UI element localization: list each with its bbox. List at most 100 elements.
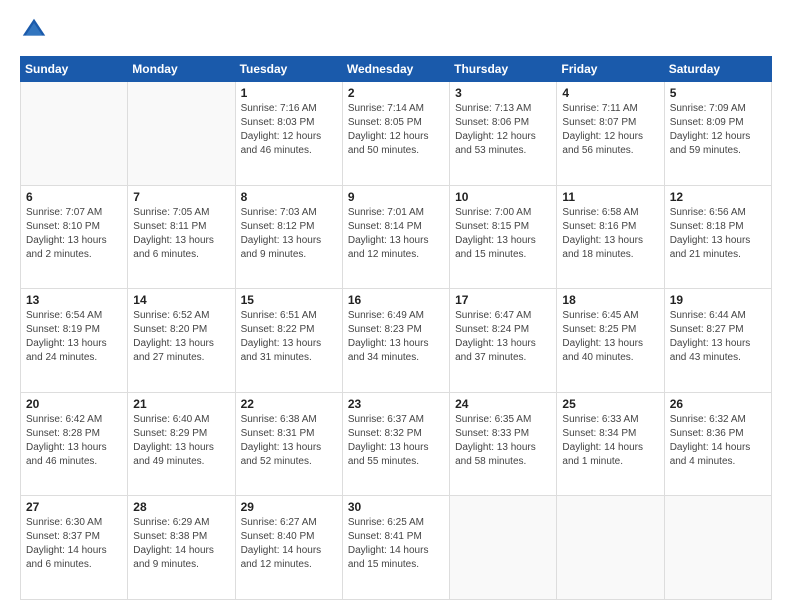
calendar-cell: 17 Sunrise: 6:47 AM Sunset: 8:24 PM Dayli… (450, 289, 557, 393)
day-number: 21 (133, 397, 229, 411)
day-number: 23 (348, 397, 444, 411)
calendar-cell: 13Sunrise: 6:54 AM Sunset: 8:19 PM Dayli… (21, 289, 128, 393)
calendar-cell: 9Sunrise: 7:01 AM Sunset: 8:14 PM Daylig… (342, 185, 449, 289)
calendar-cell: 19 Sunrise: 6:44 AM Sunset: 8:27 PM Dayli… (664, 289, 771, 393)
calendar-cell (664, 496, 771, 600)
calendar-cell: 23 Sunrise: 6:37 AM Sunset: 8:32 PM Dayli… (342, 392, 449, 496)
day-number: 26 (670, 397, 766, 411)
day-info: Sunrise: 7:09 AM Sunset: 8:09 PM Dayligh… (670, 102, 766, 158)
day-info: Sunrise: 7:03 AM Sunset: 8:12 PM Dayligh… (241, 206, 337, 262)
day-number: 12 (670, 190, 766, 204)
day-info: Sunrise: 6:29 AM Sunset: 8:38 PM Dayligh… (133, 516, 229, 572)
day-number: 6 (26, 190, 122, 204)
day-info: Sunrise: 6:32 AM Sunset: 8:36 PM Dayligh… (670, 413, 766, 469)
calendar-cell: 18 Sunrise: 6:45 AM Sunset: 8:25 PM Dayli… (557, 289, 664, 393)
day-number: 24 (455, 397, 551, 411)
day-info: Sunrise: 7:05 AM Sunset: 8:11 PM Dayligh… (133, 206, 229, 262)
day-info: Sunrise: 6:30 AM Sunset: 8:37 PM Dayligh… (26, 516, 122, 572)
day-number: 18 (562, 293, 658, 307)
calendar-cell: 15 Sunrise: 6:51 AM Sunset: 8:22 PM Dayli… (235, 289, 342, 393)
calendar-cell: 12 Sunrise: 6:56 AM Sunset: 8:18 PM Dayli… (664, 185, 771, 289)
day-number: 29 (241, 500, 337, 514)
calendar-cell: 10Sunrise: 7:00 AM Sunset: 8:15 PM Dayli… (450, 185, 557, 289)
day-info: Sunrise: 7:01 AM Sunset: 8:14 PM Dayligh… (348, 206, 444, 262)
day-info: Sunrise: 6:56 AM Sunset: 8:18 PM Dayligh… (670, 206, 766, 262)
day-number: 30 (348, 500, 444, 514)
calendar-table: SundayMondayTuesdayWednesdayThursdayFrid… (20, 56, 772, 600)
day-info: Sunrise: 6:40 AM Sunset: 8:29 PM Dayligh… (133, 413, 229, 469)
weekday-header: Thursday (450, 57, 557, 82)
calendar-cell: 21 Sunrise: 6:40 AM Sunset: 8:29 PM Dayli… (128, 392, 235, 496)
calendar-cell: 7 Sunrise: 7:05 AM Sunset: 8:11 PM Daylig… (128, 185, 235, 289)
calendar-cell: 26 Sunrise: 6:32 AM Sunset: 8:36 PM Dayli… (664, 392, 771, 496)
calendar-cell: 29 Sunrise: 6:27 AM Sunset: 8:40 PM Dayli… (235, 496, 342, 600)
day-info: Sunrise: 6:33 AM Sunset: 8:34 PM Dayligh… (562, 413, 658, 469)
calendar-cell: 30 Sunrise: 6:25 AM Sunset: 8:41 PM Dayli… (342, 496, 449, 600)
day-number: 3 (455, 86, 551, 100)
day-info: Sunrise: 7:11 AM Sunset: 8:07 PM Dayligh… (562, 102, 658, 158)
day-info: Sunrise: 7:07 AM Sunset: 8:10 PM Dayligh… (26, 206, 122, 262)
logo (20, 16, 52, 44)
day-info: Sunrise: 7:13 AM Sunset: 8:06 PM Dayligh… (455, 102, 551, 158)
day-info: Sunrise: 6:25 AM Sunset: 8:41 PM Dayligh… (348, 516, 444, 572)
calendar-week-row: 27 Sunrise: 6:30 AM Sunset: 8:37 PM Dayli… (21, 496, 772, 600)
day-number: 25 (562, 397, 658, 411)
day-info: Sunrise: 6:54 AM Sunset: 8:19 PM Dayligh… (26, 309, 122, 365)
day-number: 19 (670, 293, 766, 307)
calendar-cell (21, 82, 128, 186)
weekday-header-row: SundayMondayTuesdayWednesdayThursdayFrid… (21, 57, 772, 82)
day-info: Sunrise: 6:45 AM Sunset: 8:25 PM Dayligh… (562, 309, 658, 365)
day-info: Sunrise: 6:38 AM Sunset: 8:31 PM Dayligh… (241, 413, 337, 469)
day-number: 8 (241, 190, 337, 204)
calendar-body: 1 Sunrise: 7:16 AM Sunset: 8:03 PM Daylig… (21, 82, 772, 600)
calendar-cell: 22 Sunrise: 6:38 AM Sunset: 8:31 PM Dayli… (235, 392, 342, 496)
day-number: 22 (241, 397, 337, 411)
day-info: Sunrise: 6:49 AM Sunset: 8:23 PM Dayligh… (348, 309, 444, 365)
calendar-cell (557, 496, 664, 600)
calendar-week-row: 1 Sunrise: 7:16 AM Sunset: 8:03 PM Daylig… (21, 82, 772, 186)
header (20, 16, 772, 44)
day-info: Sunrise: 7:16 AM Sunset: 8:03 PM Dayligh… (241, 102, 337, 158)
day-number: 5 (670, 86, 766, 100)
day-number: 14 (133, 293, 229, 307)
calendar-week-row: 13Sunrise: 6:54 AM Sunset: 8:19 PM Dayli… (21, 289, 772, 393)
weekday-header: Sunday (21, 57, 128, 82)
day-info: Sunrise: 6:51 AM Sunset: 8:22 PM Dayligh… (241, 309, 337, 365)
day-number: 17 (455, 293, 551, 307)
day-info: Sunrise: 6:37 AM Sunset: 8:32 PM Dayligh… (348, 413, 444, 469)
page: SundayMondayTuesdayWednesdayThursdayFrid… (0, 0, 792, 612)
day-info: Sunrise: 6:52 AM Sunset: 8:20 PM Dayligh… (133, 309, 229, 365)
weekday-header: Saturday (664, 57, 771, 82)
day-number: 7 (133, 190, 229, 204)
weekday-header: Tuesday (235, 57, 342, 82)
day-info: Sunrise: 6:44 AM Sunset: 8:27 PM Dayligh… (670, 309, 766, 365)
calendar-cell: 20 Sunrise: 6:42 AM Sunset: 8:28 PM Dayli… (21, 392, 128, 496)
calendar-cell: 1 Sunrise: 7:16 AM Sunset: 8:03 PM Daylig… (235, 82, 342, 186)
day-info: Sunrise: 6:42 AM Sunset: 8:28 PM Dayligh… (26, 413, 122, 469)
day-info: Sunrise: 6:27 AM Sunset: 8:40 PM Dayligh… (241, 516, 337, 572)
day-number: 15 (241, 293, 337, 307)
day-number: 28 (133, 500, 229, 514)
day-number: 10 (455, 190, 551, 204)
day-number: 27 (26, 500, 122, 514)
day-info: Sunrise: 7:14 AM Sunset: 8:05 PM Dayligh… (348, 102, 444, 158)
day-number: 2 (348, 86, 444, 100)
logo-icon (20, 16, 48, 44)
weekday-header: Monday (128, 57, 235, 82)
calendar-cell: 5 Sunrise: 7:09 AM Sunset: 8:09 PM Daylig… (664, 82, 771, 186)
calendar-cell: 3 Sunrise: 7:13 AM Sunset: 8:06 PM Daylig… (450, 82, 557, 186)
day-info: Sunrise: 6:35 AM Sunset: 8:33 PM Dayligh… (455, 413, 551, 469)
calendar-cell (450, 496, 557, 600)
calendar-cell: 14 Sunrise: 6:52 AM Sunset: 8:20 PM Dayli… (128, 289, 235, 393)
day-number: 4 (562, 86, 658, 100)
calendar-cell: 8 Sunrise: 7:03 AM Sunset: 8:12 PM Daylig… (235, 185, 342, 289)
calendar-cell: 25 Sunrise: 6:33 AM Sunset: 8:34 PM Dayli… (557, 392, 664, 496)
day-info: Sunrise: 6:58 AM Sunset: 8:16 PM Dayligh… (562, 206, 658, 262)
day-info: Sunrise: 6:47 AM Sunset: 8:24 PM Dayligh… (455, 309, 551, 365)
day-number: 11 (562, 190, 658, 204)
day-number: 20 (26, 397, 122, 411)
day-number: 1 (241, 86, 337, 100)
day-number: 16 (348, 293, 444, 307)
calendar-week-row: 6 Sunrise: 7:07 AM Sunset: 8:10 PM Daylig… (21, 185, 772, 289)
calendar-cell: 27 Sunrise: 6:30 AM Sunset: 8:37 PM Dayli… (21, 496, 128, 600)
